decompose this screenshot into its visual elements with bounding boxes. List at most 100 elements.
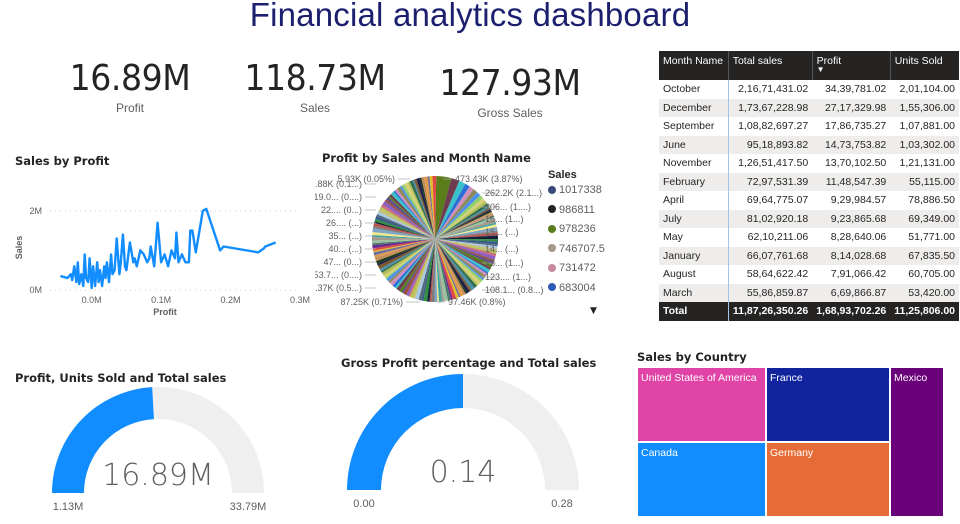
column-header-month[interactable]: Month Name <box>659 51 729 80</box>
legend-item[interactable]: 986811 <box>548 204 595 216</box>
column-header-profit[interactable]: Profit ▼ <box>812 51 891 80</box>
cell-total-sales: 62,10,211.06 <box>747 231 809 244</box>
x-tick-label: 0.0M <box>82 295 102 305</box>
cell-month: August <box>659 265 729 284</box>
pie-data-label: 69.37K (0.5...) <box>315 283 362 293</box>
cell-units-sold: 51,771.00 <box>908 231 955 244</box>
cell-units-sold: 67,835.50 <box>890 246 959 265</box>
sales-line-series[interactable] <box>60 207 277 290</box>
cell-total-sales: 1,26,51,417.50 <box>738 157 809 170</box>
gauge-gross-profit[interactable]: 0.14 0.00 0.28 <box>330 370 595 520</box>
cell-total-sales: 2,16,71,431.02 <box>738 83 809 96</box>
table-row[interactable]: January 66,07,761.68 8,14,028.68 67,835.50 <box>659 246 959 265</box>
legend-item[interactable]: 683004 <box>548 282 596 294</box>
gauge-profit-title: Profit, Units Sold and Total sales <box>15 371 227 385</box>
cell-total-sales: 69,64,775.07 <box>746 194 809 207</box>
legend-item[interactable]: 731472 <box>548 262 596 274</box>
legend-label: 731472 <box>559 262 596 274</box>
treemap-cell[interactable]: Germany <box>766 442 890 517</box>
column-header-units-sold[interactable]: Units Sold <box>890 51 959 80</box>
table-row[interactable]: October 2,16,71,431.02 34,39,781.02 2,01,10… <box>659 80 959 99</box>
legend-label: 1017338 <box>559 184 602 196</box>
page-title: Financial analytics dashboard <box>249 0 691 33</box>
gauge-min-label: 1.13M <box>53 501 84 513</box>
cell-total-sales: 55,86,859.87 <box>728 283 813 302</box>
legend-marker-icon <box>548 205 556 213</box>
total-profit: 1,68,93,702.26 <box>812 302 891 321</box>
cell-units-sold: 2,01,104.00 <box>899 83 955 96</box>
legend-item[interactable]: 978236 <box>548 223 596 235</box>
gauge-max-label: 0.28 <box>551 498 572 510</box>
table-row[interactable]: June 95,18,893.82 14,73,753.82 1,03,302.00 <box>659 135 959 154</box>
cell-month: December <box>659 98 729 117</box>
table-row[interactable]: August 58,64,622.42 7,91,066.42 60,705.00 <box>659 265 959 284</box>
table-row[interactable]: September 1,08,82,697.27 17,86,735.27 1,07,… <box>659 117 959 136</box>
cell-month: October <box>659 80 729 99</box>
table-row[interactable]: November 1,26,51,417.50 13,70,102.50 1,21,1… <box>659 154 959 173</box>
cell-month: May <box>659 228 729 247</box>
cell-units-sold: 1,03,302.00 <box>890 135 959 154</box>
pie-data-label: 97.46K (0.8%) <box>448 297 506 307</box>
gauge-value: 16.89M <box>102 458 214 493</box>
legend-label: 746707.5 <box>559 242 605 255</box>
treemap-cell[interactable]: France <box>766 367 890 442</box>
cell-total-sales: 1,73,67,228.98 <box>728 98 813 117</box>
cell-profit: 17,86,735.27 <box>824 120 887 133</box>
kpi-gross-sales-label: Gross Sales <box>477 106 543 120</box>
kpi-gross-sales-value: 127.93M <box>439 63 581 104</box>
cell-profit: 27,17,329.98 <box>812 98 891 117</box>
legend-item[interactable]: 746707.5 <box>548 243 605 255</box>
gauge-max-label: 33.79M <box>230 501 267 513</box>
kpi-profit: 16.89M Profit <box>45 58 215 115</box>
legend-marker-icon <box>548 224 556 233</box>
cell-total-sales: 1,08,82,697.27 <box>738 120 809 133</box>
legend-scroll-down-icon[interactable]: ▼ <box>590 306 597 316</box>
legend-label: 986811 <box>559 203 595 216</box>
sales-by-profit-chart[interactable]: 0M 2M 0.0M 0.1M 0.2M 0.3M Profit Sales <box>0 175 315 325</box>
pie-data-label: 87.25K (0.71%) <box>340 297 403 307</box>
table-row[interactable]: April 69,64,775.07 9,29,984.57 78,886.50 <box>659 191 959 210</box>
profit-by-sales-pie-chart[interactable]: 473.43K (3.87%) 262.2K (2.1...) 206... (1.… <box>315 165 545 315</box>
table-row[interactable]: February 72,97,531.39 11,48,547.39 55,115.0… <box>659 172 959 191</box>
table-row[interactable]: December 1,73,67,228.98 27,17,329.98 1,55,3… <box>659 98 959 117</box>
pie-data-label: 19.0... (0....) <box>315 192 362 202</box>
legend-marker-icon <box>548 244 556 252</box>
treemap-cell[interactable]: Mexico <box>890 367 944 517</box>
cell-profit: 7,91,066.42 <box>830 268 887 281</box>
cell-profit: 9,29,984.57 <box>830 194 887 207</box>
column-header-total-sales[interactable]: Total sales <box>728 51 813 80</box>
table-row[interactable]: July 81,02,920.18 9,23,865.68 69,349.00 <box>659 209 959 228</box>
cell-profit: 14,73,753.82 <box>812 135 891 154</box>
cell-total-sales: 66,07,761.68 <box>728 246 813 265</box>
sort-descending-icon: ▼ <box>816 65 825 74</box>
cell-month: February <box>659 172 729 191</box>
cell-profit: 9,23,865.68 <box>812 209 891 228</box>
total-month: Total <box>659 302 729 321</box>
table-row[interactable]: March 55,86,859.87 6,69,866.87 53,420.00 <box>659 283 959 302</box>
pie-data-label: 262.2K (2.1...) <box>485 188 542 198</box>
total-total-sales: 11,87,26,350.26 <box>728 302 813 321</box>
cell-units-sold: 55,115.00 <box>890 172 959 191</box>
treemap-label: France <box>770 372 803 384</box>
table-header-row: Month Name Total sales Profit ▼ Units Sol… <box>659 51 959 80</box>
gauge-value: 0.14 <box>430 455 497 490</box>
treemap-cell[interactable]: United States of America <box>637 367 766 442</box>
treemap-cell[interactable]: Canada <box>637 442 766 517</box>
kpi-gross-sales: 127.93M Gross Sales <box>420 63 600 120</box>
gauge-profit[interactable]: 16.89M 1.13M 33.79M <box>40 385 290 520</box>
table-total-row: Total 11,87,26,350.26 1,68,93,702.26 11,25,… <box>659 302 959 321</box>
cell-units-sold: 1,21,131.00 <box>899 157 955 170</box>
cell-total-sales: 81,02,920.18 <box>728 209 813 228</box>
cell-profit: 34,39,781.02 <box>824 83 887 96</box>
treemap-title: Sales by Country <box>637 350 747 364</box>
y-axis-title: Sales <box>14 236 24 260</box>
legend-item[interactable]: 1017338 <box>548 184 602 196</box>
treemap-label: Mexico <box>894 372 928 384</box>
treemap-label: Germany <box>770 447 814 459</box>
treemap-label: United States of America <box>641 372 757 384</box>
month-table: Month Name Total sales Profit ▼ Units Sol… <box>659 51 959 321</box>
legend-label: 683004 <box>559 281 596 294</box>
pie-legend-title: Sales <box>548 169 577 181</box>
cell-month: June <box>659 135 729 154</box>
table-row[interactable]: May 62,10,211.06 8,28,640.06 51,771.00 <box>659 228 959 247</box>
